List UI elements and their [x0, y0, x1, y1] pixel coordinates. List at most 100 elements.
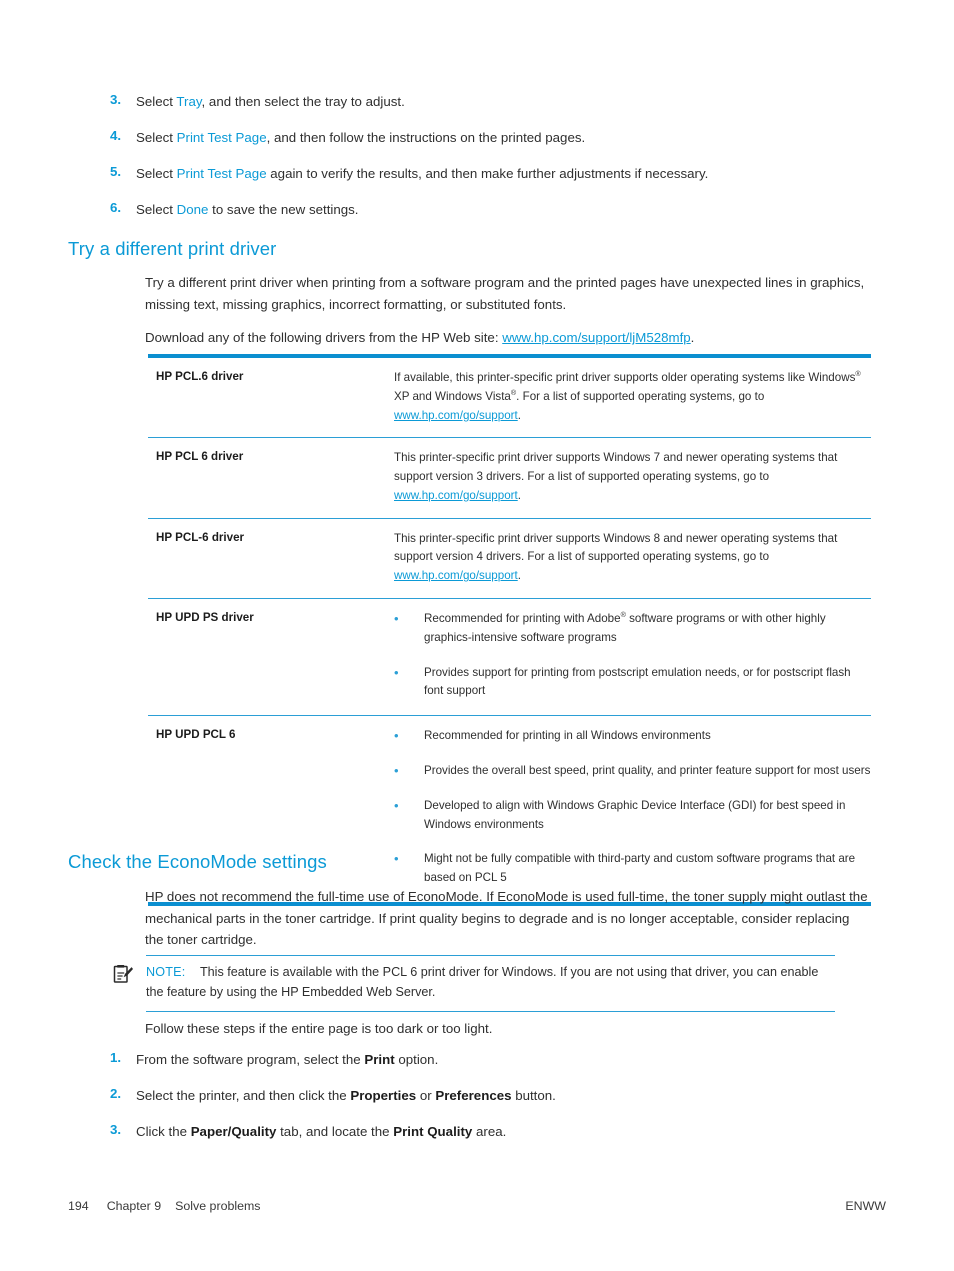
bullet-text: Provides the overall best speed, print q… [424, 764, 871, 777]
static-text: Select [136, 165, 177, 181]
download-tail-text: . [690, 330, 695, 345]
bullet-text: Recommended for printing with Adobe® sof… [424, 610, 826, 644]
table-row: HP PCL.6 driver If available, this printe… [148, 358, 871, 439]
table-row: HP UPD PCL 6 • Recommended for printing in… [148, 715, 871, 906]
static-text: . [517, 569, 521, 583]
list-item: 2. Select the printer, and then click the… [100, 1086, 890, 1106]
step-text: Select Print Test Page, and then follow … [136, 128, 890, 148]
section-check-economode-settings: Check the EconoMode settings [68, 851, 888, 873]
list-item: 3. Select Tray, and then select the tray … [100, 92, 890, 112]
hp-support-link[interactable]: www.hp.com/go/support [394, 409, 518, 422]
driver-description-cell: This printer-specific print driver suppo… [390, 437, 871, 519]
ui-term[interactable]: Print Test Page [177, 130, 267, 145]
bullet-dot-icon: • [394, 797, 399, 813]
static-text: . [517, 408, 521, 422]
list-item: • Recommended for printing in all Windows… [394, 727, 871, 746]
ui-term[interactable]: Print Test Page [177, 166, 267, 181]
step-text: Click the Paper/Quality tab, and locate … [136, 1122, 890, 1142]
static-text: to save the new settings. [208, 201, 359, 217]
step-number: 2. [110, 1085, 122, 1101]
step-text: From the software program, select the Pr… [136, 1050, 890, 1070]
note-callout: NOTE: This feature is available with the… [112, 955, 835, 1012]
economode-paragraph-wrap: HP does not recommend the full-time use … [145, 886, 870, 951]
static-text: again to verify the results, and then ma… [266, 165, 709, 181]
driver-name-cell: HP PCL 6 driver [148, 437, 390, 519]
driver-description-cell: • Recommended for printing in all Windows… [390, 715, 871, 906]
list-item: 5. Select Print Test Page again to verify… [100, 164, 890, 184]
bullet-text: Recommended for printing in all Windows … [424, 729, 711, 743]
static-text: area. [472, 1123, 507, 1139]
bullet-dot-icon: • [394, 664, 399, 680]
static-text: or [416, 1087, 436, 1103]
step-text: Select Print Test Page again to verify t… [136, 164, 890, 184]
driver-comparison-table: HP PCL.6 driver If available, this printe… [148, 354, 871, 906]
step-number: 3. [110, 92, 122, 107]
static-text: If available, this printer-specific prin… [394, 371, 856, 384]
ui-term[interactable]: Done [177, 202, 209, 217]
step-number: 1. [110, 1050, 122, 1065]
static-text: From the software program, select the [136, 1052, 365, 1067]
follow-steps-line: Follow these steps if the entire page is… [145, 1018, 905, 1040]
download-lead-text: Download any of the following drivers fr… [145, 330, 503, 345]
list-item: 1. From the software program, select the … [100, 1050, 890, 1070]
bullet-dot-icon: • [394, 728, 399, 744]
ui-term[interactable]: Tray [176, 94, 201, 109]
list-item: 4. Select Print Test Page, and then follo… [100, 128, 890, 148]
hp-support-link[interactable]: www.hp.com/go/support [394, 489, 518, 502]
static-text: tab, and locate the [276, 1123, 394, 1139]
step-text: Select the printer, and then click the P… [136, 1086, 890, 1106]
static-text: , and then select the tray to adjust. [201, 94, 405, 109]
driver-description-cell: This printer-specific print driver suppo… [390, 518, 871, 600]
driver-name-cell: HP PCL.6 driver [148, 358, 390, 439]
static-text: XP and Windows Vista [394, 389, 511, 403]
table-row: HP PCL-6 driver This printer-specific pri… [148, 518, 871, 600]
economode-paragraph: HP does not recommend the full-time use … [145, 889, 868, 948]
static-text: . For a list of supported operating syst… [516, 389, 765, 403]
drivers-table: HP PCL.6 driver If available, this printe… [148, 358, 871, 906]
ui-term[interactable]: Paper/Quality [191, 1124, 277, 1139]
static-text: This printer-specific print driver suppo… [394, 531, 838, 564]
driver-feature-list: • Recommended for printing with Adobe® so… [394, 610, 871, 701]
step-text: Select Tray, and then select the tray to… [136, 92, 890, 112]
driver-name-cell: HP UPD PCL 6 [148, 715, 390, 906]
registered-mark: ® [620, 610, 626, 620]
note-text: This feature is available with the PCL 6… [146, 965, 819, 999]
step-number: 6. [110, 199, 122, 215]
static-text: button. [511, 1087, 556, 1103]
ui-term[interactable]: Preferences [435, 1088, 511, 1103]
ui-term[interactable]: Print Quality [393, 1124, 472, 1139]
step-number: 4. [110, 127, 122, 143]
bullet-text: Provides support for printing from posts… [424, 665, 851, 698]
table-row: HP PCL 6 driver This printer-specific pri… [148, 437, 871, 519]
steps-list-bottom: 1. From the software program, select the … [100, 1050, 890, 1158]
footer-chapter: Chapter 9 [106, 1199, 162, 1213]
bullet-text: Developed to align with Windows Graphic … [424, 798, 846, 831]
note-clipboard-pencil-icon [112, 963, 146, 990]
footer-page-number: 194 [68, 1199, 89, 1213]
follow-steps-text: Follow these steps if the entire page is… [145, 1021, 493, 1036]
page-title-check-economode-settings: Check the EconoMode settings [68, 851, 327, 872]
driver-name-cell: HP UPD PS driver [148, 598, 390, 717]
ui-term[interactable]: Properties [350, 1088, 416, 1103]
steps-list-top: 3. Select Tray, and then select the tray … [100, 92, 890, 236]
static-text: Click the [136, 1123, 191, 1139]
step-number: 5. [110, 163, 122, 179]
list-item: 3. Click the Paper/Quality tab, and locat… [100, 1122, 890, 1142]
list-item: • Provides support for printing from post… [394, 664, 871, 702]
bullet-dot-icon: • [394, 611, 399, 627]
document-page: 3. Select Tray, and then select the tray … [0, 0, 954, 1271]
driver-description-cell: If available, this printer-specific prin… [390, 358, 871, 439]
driver-description-cell: • Recommended for printing with Adobe® so… [390, 598, 871, 717]
static-text: Select [136, 94, 177, 109]
ui-term[interactable]: Print [364, 1052, 394, 1067]
static-text: , and then follow the instructions on th… [266, 129, 586, 145]
hp-support-link[interactable]: www.hp.com/go/support [394, 569, 518, 582]
list-item: • Provides the overall best speed, print … [394, 762, 871, 781]
section-try-different-print-driver: Try a different print driver [68, 238, 888, 260]
driver-section-paragraph: Try a different print driver when printi… [145, 272, 870, 315]
footer-chapter-title: Solve problems [175, 1199, 261, 1213]
list-item: 6. Select Done to save the new settings. [100, 200, 890, 220]
hp-support-product-link[interactable]: www.hp.com/support/ljM528mfp [502, 330, 690, 345]
list-item: • Recommended for printing with Adobe® so… [394, 610, 871, 648]
footer-locale: ENWW [845, 1199, 886, 1213]
